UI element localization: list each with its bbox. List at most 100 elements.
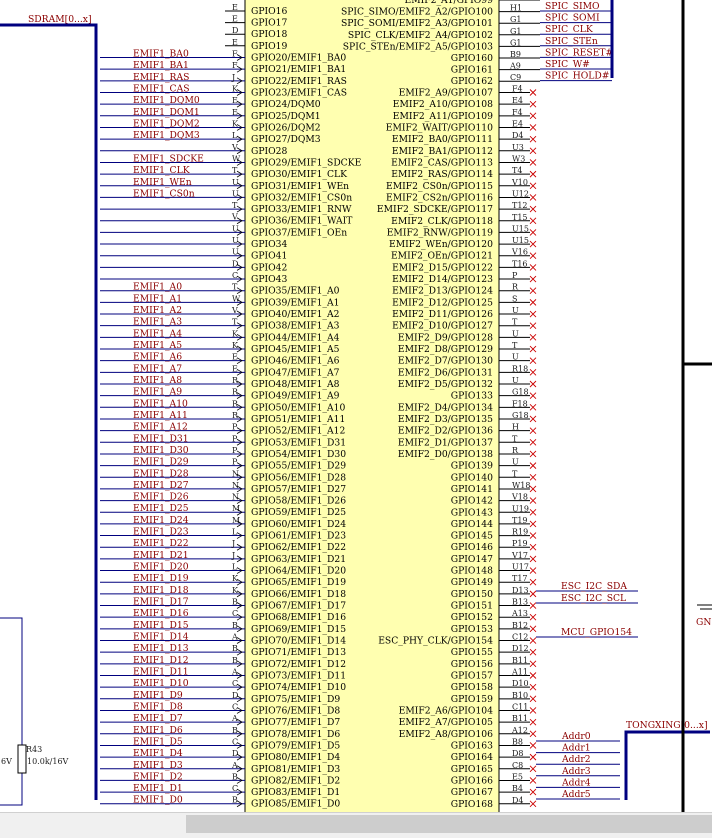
net-label: SPIC_SIMO <box>545 1 600 12</box>
pin-label: GPIO21/EMIF1_BA1 <box>251 64 346 75</box>
pin-label: GPIO168 <box>451 799 493 810</box>
net-label: EMIF1_A8 <box>133 375 182 386</box>
pin-number: A <box>231 714 238 723</box>
pin-label: GPIO68/EMIF1_D16 <box>251 612 346 623</box>
pin-number: B11 <box>512 714 528 723</box>
pin-label: GPIO161 <box>451 65 493 76</box>
net-label: EMIF1_D15 <box>133 620 189 631</box>
pin-number: T <box>512 341 518 350</box>
pin-number: S <box>512 294 517 303</box>
pin-number: B <box>232 726 238 735</box>
pin-label: GPIO51/EMIF1_A11 <box>251 414 345 425</box>
pin-label: GPIO71/EMIF1_D13 <box>251 647 346 658</box>
no-connect-mark <box>529 520 537 528</box>
pin-label: GPIO39/EMIF1_A1 <box>251 297 340 308</box>
net-label: EMIF1_A5 <box>133 340 182 351</box>
net-label: EMIF1_CAS <box>133 83 190 94</box>
net-label: ESC_I2C_SDA <box>561 581 627 592</box>
no-connect-mark <box>529 89 537 96</box>
net-label: EMIF1_D19 <box>133 573 189 584</box>
pin-number: N <box>232 493 239 502</box>
no-connect-mark <box>529 753 537 761</box>
pin-label: GPIO50/EMIF1_A10 <box>251 402 346 413</box>
net-label: EMIF1_D0 <box>133 795 183 806</box>
no-connect-mark <box>529 392 537 399</box>
pin-label: GPIO25/DQM1 <box>251 111 321 122</box>
pin-label: GPIO76/EMIF1_D8 <box>251 705 340 716</box>
horizontal-scrollbar[interactable] <box>0 812 712 838</box>
net-label: EMIF1_D22 <box>133 538 189 549</box>
pin-number: C8 <box>512 761 523 770</box>
pin-number: C12 <box>512 633 528 642</box>
pin-number: P19 <box>512 539 528 548</box>
no-connect-mark <box>529 543 537 551</box>
pin-number: H1 <box>510 0 522 1</box>
no-connect-mark <box>529 602 537 609</box>
pin-number: E <box>232 38 238 47</box>
pin-number: A13 <box>511 609 528 618</box>
pin-label: GPIO70/EMIF1_D14 <box>251 636 346 647</box>
pin-label: GPIO23/EMIF1_CAS <box>251 87 347 98</box>
pin-number: K <box>232 119 239 128</box>
pin-number: T <box>512 434 518 443</box>
net-label: EMIF1_D5 <box>133 736 183 747</box>
pin-label: EMIF2_D11/GPIO126 <box>392 309 493 320</box>
pin-number: L <box>232 563 238 572</box>
pin-number: U <box>512 376 519 385</box>
net-label: EMIF1_D8 <box>133 701 183 712</box>
pin-label: GPIO74/EMIF1_D10 <box>251 682 346 693</box>
pin-label: GPIO17 <box>251 18 288 29</box>
net-label: EMIF1_A0 <box>133 282 182 293</box>
no-connect-mark <box>529 800 537 808</box>
pin-number: U3 <box>512 143 524 152</box>
pin-label: GPIO65/EMIF1_D19 <box>251 577 346 588</box>
no-connect-mark <box>529 718 537 726</box>
pin-number: B <box>232 644 238 653</box>
pin-number: V <box>231 143 238 152</box>
schematic-canvas[interactable]: E GPIO16 E GPIO17 D GPIO18 E GPIO19GPIO20/EMIF1… <box>0 0 712 812</box>
net-label: EMIF1_A10 <box>133 398 188 409</box>
pin-label: GPIO54/EMIF1_D30 <box>251 449 346 460</box>
pin-label: GPIO80/EMIF1_D4 <box>251 752 340 763</box>
pin-label: EMIF2_BA1/GPIO112 <box>392 146 493 157</box>
net-label: EMIF1_DQM2 <box>133 118 200 129</box>
pin-label: GPIO150 <box>451 589 493 600</box>
pin-label: GPIO152 <box>451 612 493 623</box>
no-connect-mark <box>529 170 537 178</box>
scrollbar-thumb[interactable] <box>186 815 712 833</box>
pin-number: W <box>232 154 241 163</box>
pin-label: EMIF2_D6/GPIO131 <box>398 367 493 378</box>
pin-number: U12 <box>512 189 529 198</box>
net-label: EMIF1_D17 <box>133 597 189 608</box>
pin-number: B10 <box>512 691 528 700</box>
tongxing-bus-label: TONGXING[0...x] <box>626 720 708 731</box>
pin-label: EMIF2_D9/GPIO128 <box>398 332 493 343</box>
pin-number: A12 <box>511 726 528 735</box>
no-connect-mark <box>529 194 537 201</box>
no-connect-mark <box>529 415 537 423</box>
pin-number: C <box>232 784 238 793</box>
pin-label: GPIO40/EMIF1_A2 <box>251 309 340 320</box>
pin-number: W18 <box>512 481 530 490</box>
pin-label: EMIF2_D1/GPIO137 <box>398 437 493 448</box>
pin-label: EMIF2_CAS/GPIO113 <box>391 157 493 168</box>
pin-number: A11 <box>511 668 528 677</box>
pin-label: GPIO29/EMIF1_SDCKE <box>251 157 361 168</box>
no-connect-mark <box>529 252 537 260</box>
pin-label: GPIO147 <box>451 554 493 565</box>
pin-number: V <box>231 306 238 315</box>
net-label: SPIC_HOLD# <box>545 71 609 82</box>
no-connect-mark <box>529 147 537 155</box>
pin-number: V18 <box>511 493 528 502</box>
pin-number: U <box>512 353 519 362</box>
pin-number: B4 <box>512 784 523 793</box>
no-connect-mark <box>529 578 537 586</box>
net-label: EMIF1_DQM3 <box>133 130 200 141</box>
pin-number: J <box>231 539 235 548</box>
net-label: EMIF1_D2 <box>133 771 183 782</box>
pin-number: M <box>232 516 240 525</box>
no-connect-mark <box>529 229 537 236</box>
pin-number: K <box>232 329 239 338</box>
no-connect-mark <box>529 205 537 213</box>
no-connect-mark <box>529 660 537 668</box>
